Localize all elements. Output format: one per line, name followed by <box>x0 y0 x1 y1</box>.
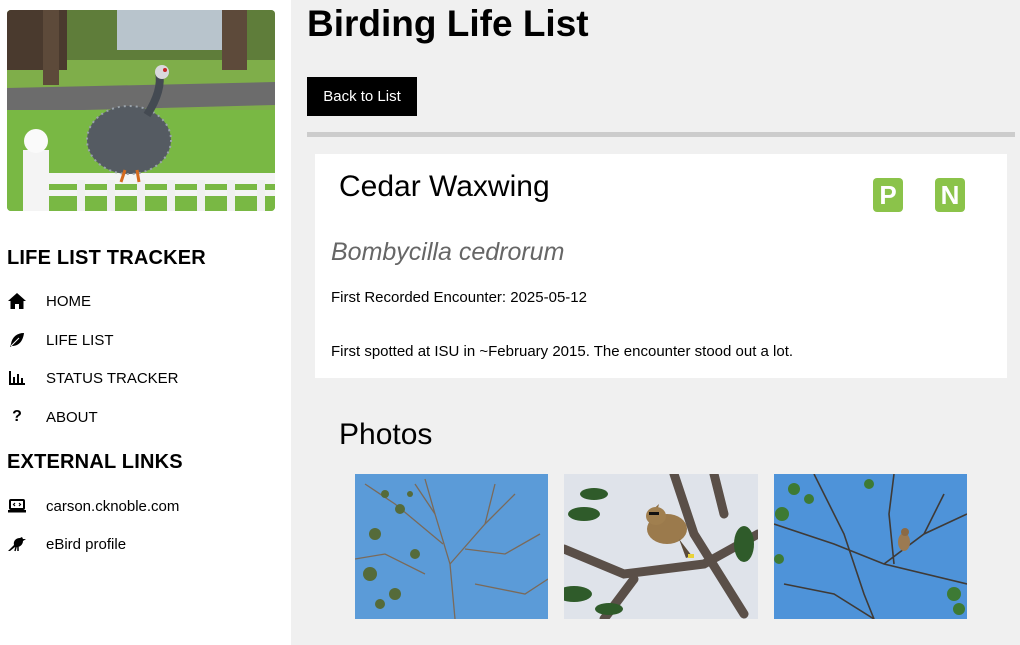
nav-about-label: ABOUT <box>46 408 98 426</box>
status-badge-p: P <box>873 178 903 212</box>
bird-photo[interactable] <box>355 474 548 619</box>
bar-chart-icon <box>7 368 27 388</box>
link-ebird-profile-label: eBird profile <box>46 535 127 553</box>
external-links-title: EXTERNAL LINKS <box>7 451 183 473</box>
home-icon <box>7 291 27 311</box>
bird-scientific-name: Bombycilla cedrorum <box>331 238 565 266</box>
nav-life-list[interactable]: LIFE LIST <box>7 328 114 352</box>
link-ebird-profile[interactable]: eBird profile <box>7 532 126 556</box>
status-badge-n: N <box>935 178 965 212</box>
back-to-list-button[interactable]: Back to List <box>307 77 417 116</box>
divider <box>307 132 1015 137</box>
laptop-code-icon <box>7 496 27 516</box>
bird-common-name: Cedar Waxwing <box>339 170 550 203</box>
sidebar: LIFE LIST TRACKER HOME LIFE LIST STATUS … <box>0 0 291 645</box>
nav-life-list-label: LIFE LIST <box>46 331 114 349</box>
crow-icon <box>7 534 27 554</box>
nav-home[interactable]: HOME <box>7 289 91 313</box>
first-encounter-date: First Recorded Encounter: 2025-05-12 <box>331 289 587 306</box>
guinea-fowl-hero-image <box>7 10 275 211</box>
nav-home-label: HOME <box>46 292 91 310</box>
sidebar-title: LIFE LIST TRACKER <box>7 247 206 269</box>
bird-detail-card: Cedar Waxwing P N Bombycilla cedrorum Fi… <box>315 154 1007 378</box>
nav-status-tracker-label: STATUS TRACKER <box>46 369 179 387</box>
bird-photo[interactable] <box>564 474 758 619</box>
encounter-notes: First spotted at ISU in ~February 2015. … <box>331 343 794 360</box>
main-content: Birding Life List Back to List Cedar Wax… <box>291 0 1020 645</box>
nav-about[interactable]: ? ABOUT <box>7 405 98 429</box>
link-personal-site-label: carson.cknoble.com <box>46 497 180 515</box>
question-icon: ? <box>12 408 22 425</box>
nav-status-tracker[interactable]: STATUS TRACKER <box>7 366 179 390</box>
feather-icon <box>7 330 27 350</box>
link-personal-site[interactable]: carson.cknoble.com <box>7 494 179 518</box>
bird-photo[interactable] <box>774 474 967 619</box>
page-title: Birding Life List <box>307 3 589 44</box>
photos-heading: Photos <box>339 418 433 451</box>
